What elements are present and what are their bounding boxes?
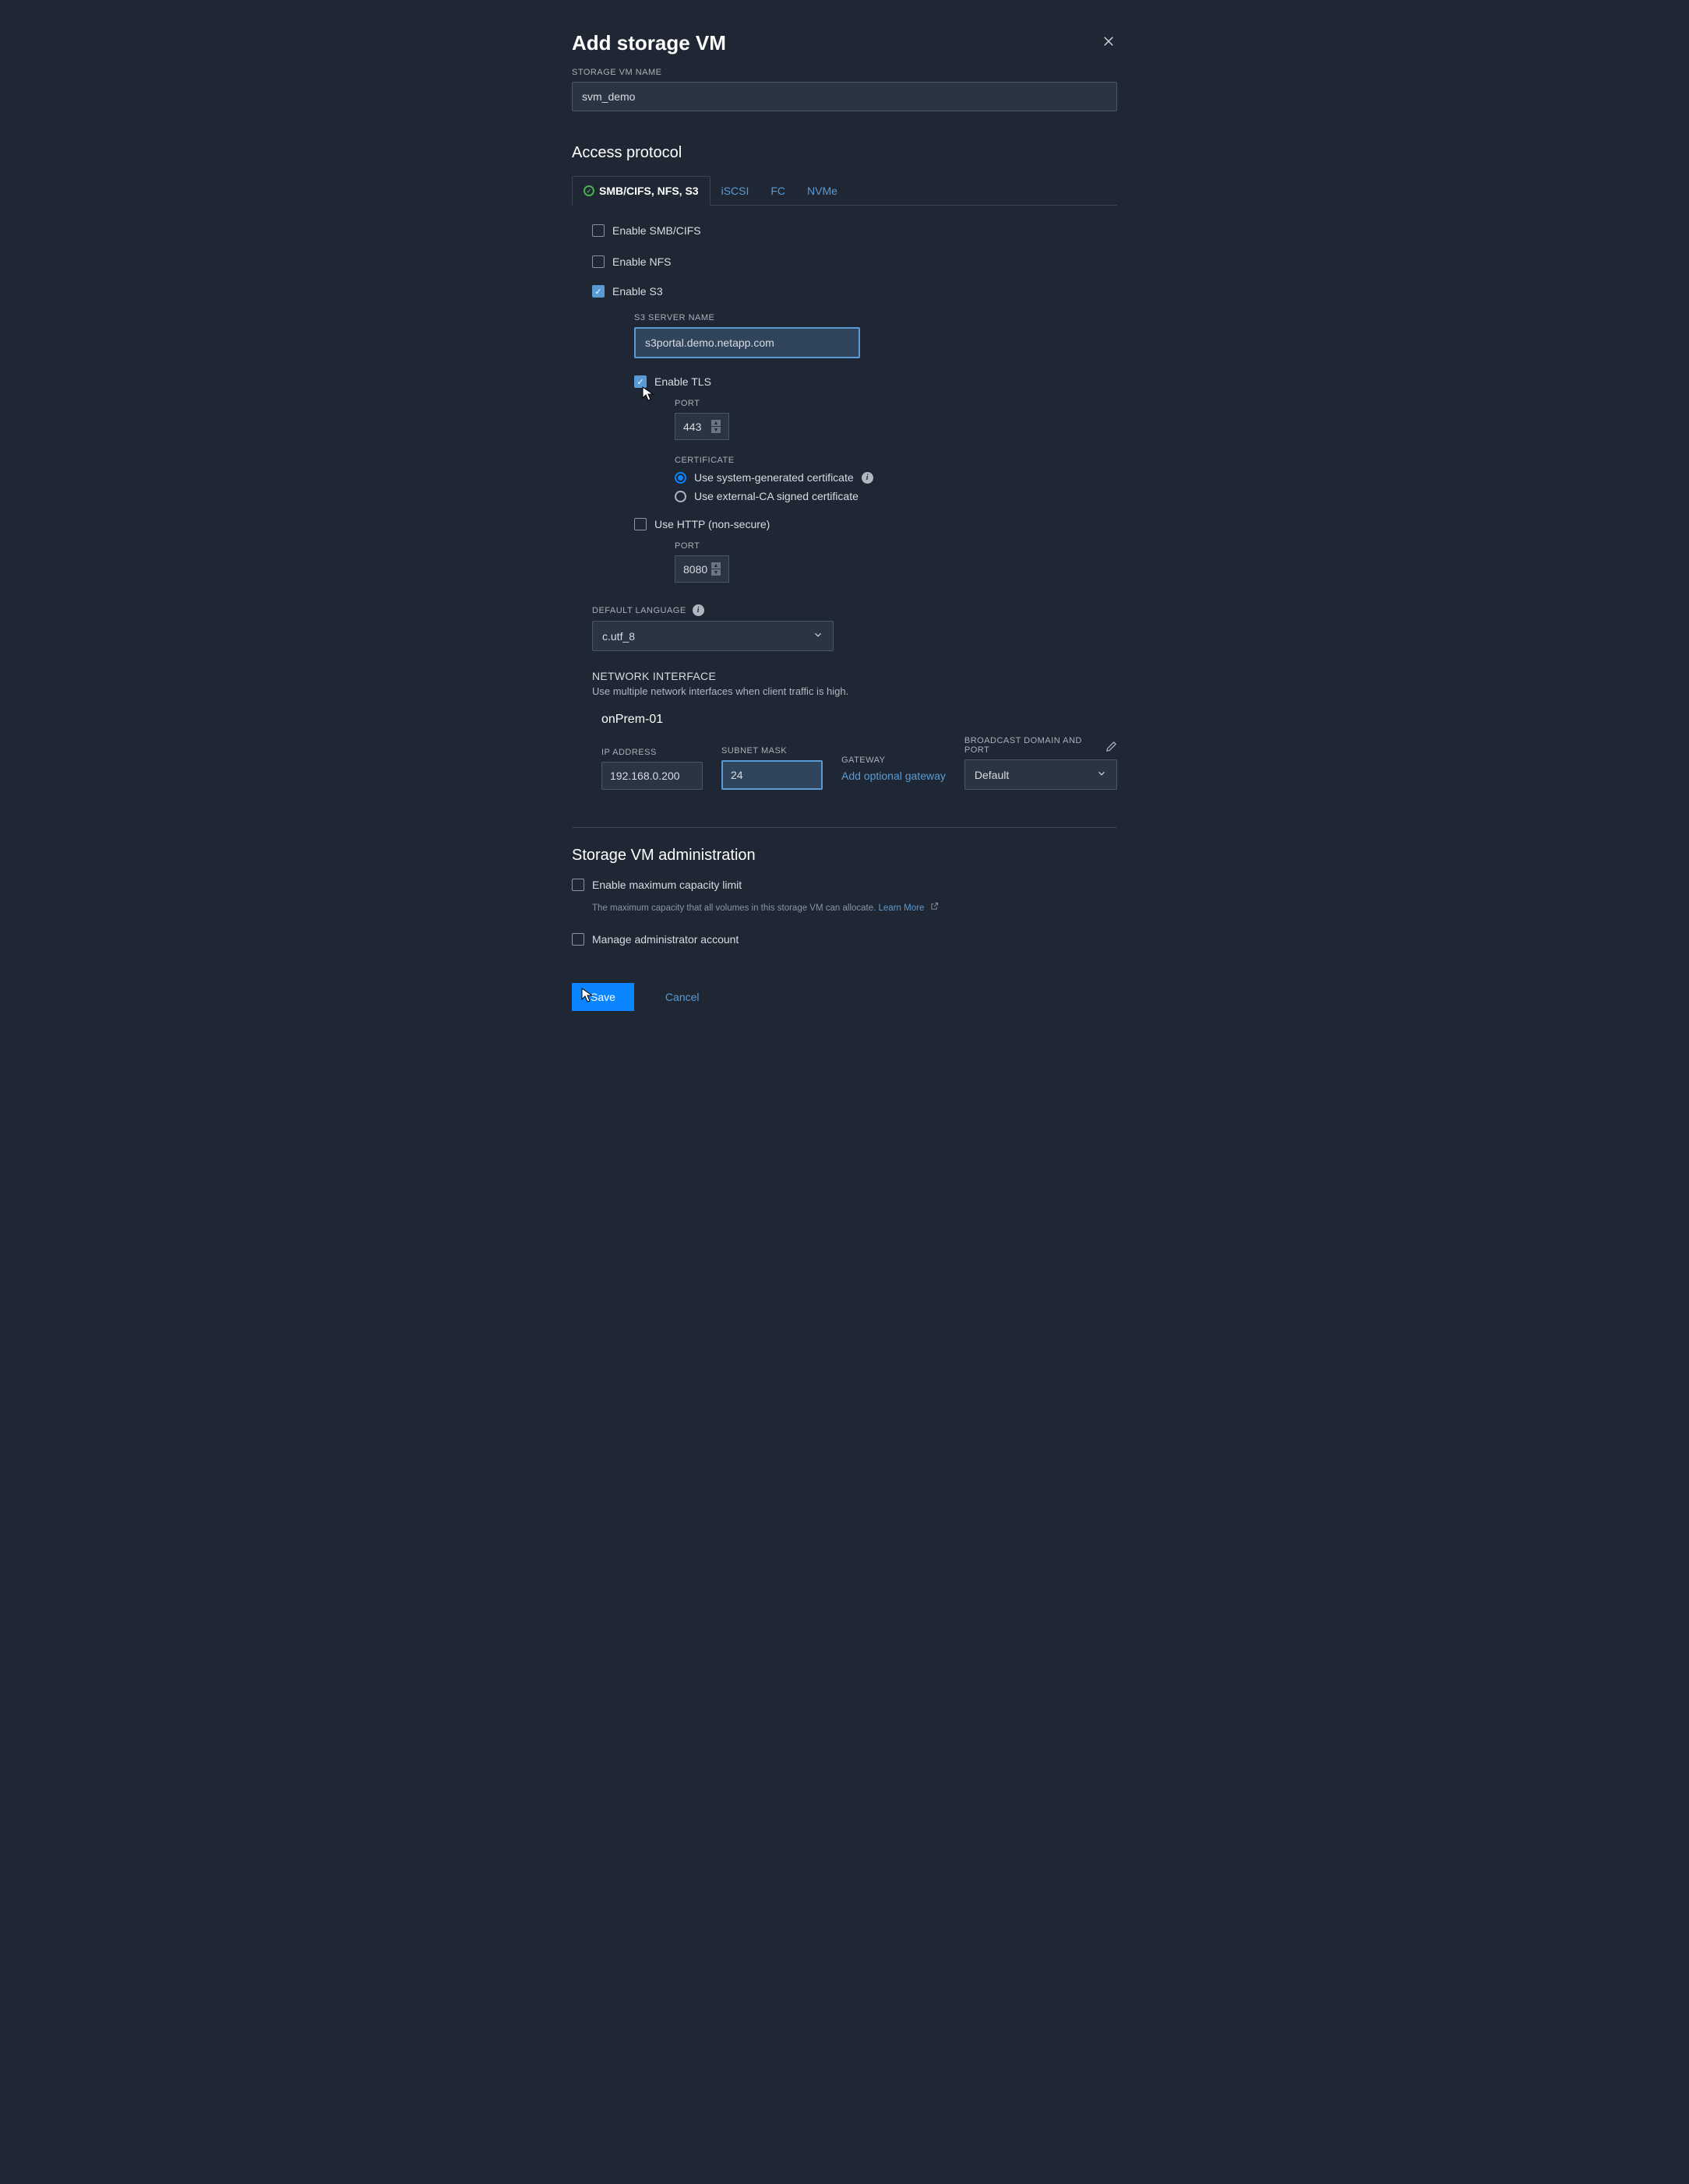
close-icon[interactable] xyxy=(1102,34,1117,50)
manage-admin-checkbox[interactable] xyxy=(572,933,584,946)
tls-port-value: 443 xyxy=(683,421,701,433)
use-http-checkbox[interactable] xyxy=(634,518,647,530)
http-port-input[interactable]: 8080 ▲▼ xyxy=(675,555,729,583)
info-icon[interactable]: i xyxy=(693,604,704,616)
broadcast-domain-label: BROADCAST DOMAIN AND PORT xyxy=(964,736,1105,755)
enable-s3-label: Enable S3 xyxy=(612,285,663,298)
enable-tls-label: Enable TLS xyxy=(654,375,711,388)
enable-max-capacity-checkbox[interactable] xyxy=(572,879,584,891)
default-language-label: DEFAULT LANGUAGE xyxy=(592,606,686,615)
storage-vm-name-label: STORAGE VM NAME xyxy=(572,68,1117,77)
network-interface-heading: NETWORK INTERFACE xyxy=(592,670,1117,682)
s3-server-name-label: S3 SERVER NAME xyxy=(634,313,1117,322)
mouse-cursor-icon xyxy=(642,386,654,404)
tab-iscsi[interactable]: iSCSI xyxy=(711,176,760,205)
enable-max-capacity-label: Enable maximum capacity limit xyxy=(592,879,742,891)
access-protocol-heading: Access protocol xyxy=(572,144,1117,162)
access-protocol-tabs: ✓ SMB/CIFS, NFS, S3 iSCSI FC NVMe xyxy=(572,176,1117,206)
subnet-mask-label: SUBNET MASK xyxy=(721,746,823,756)
tls-port-input[interactable]: 443 ▲▼ xyxy=(675,413,729,440)
dialog-title: Add storage VM xyxy=(572,31,1117,55)
subnet-mask-input[interactable] xyxy=(721,760,823,790)
enable-tls-checkbox[interactable]: ✓ xyxy=(634,375,647,388)
tab-nvme[interactable]: NVMe xyxy=(796,176,848,205)
add-gateway-link[interactable]: Add optional gateway xyxy=(841,770,946,790)
chevron-down-icon xyxy=(1096,768,1107,781)
ip-address-input[interactable] xyxy=(601,762,703,790)
s3-server-name-input[interactable] xyxy=(634,327,860,358)
spinner-icon[interactable]: ▲▼ xyxy=(711,562,721,576)
network-interface-subheading: Use multiple network interfaces when cli… xyxy=(592,685,1117,697)
node-name: onPrem-01 xyxy=(601,713,1117,727)
broadcast-domain-select[interactable]: Default xyxy=(964,759,1117,790)
tab-fc[interactable]: FC xyxy=(760,176,796,205)
enable-nfs-label: Enable NFS xyxy=(612,255,671,268)
use-http-label: Use HTTP (non-secure) xyxy=(654,518,770,530)
enable-smb-checkbox[interactable] xyxy=(592,224,605,237)
storage-vm-name-input[interactable] xyxy=(572,82,1117,111)
ip-address-label: IP ADDRESS xyxy=(601,748,703,757)
enable-nfs-checkbox[interactable] xyxy=(592,255,605,268)
max-capacity-help-text: The maximum capacity that all volumes in… xyxy=(592,902,1117,913)
cert-external-label: Use external-CA signed certificate xyxy=(694,490,859,502)
cert-system-label: Use system-generated certificate xyxy=(694,471,854,484)
edit-icon[interactable] xyxy=(1105,741,1117,755)
enable-smb-label: Enable SMB/CIFS xyxy=(612,224,701,237)
cancel-button[interactable]: Cancel xyxy=(665,991,700,1003)
tab-smb-nfs-s3[interactable]: ✓ SMB/CIFS, NFS, S3 xyxy=(572,176,711,206)
storage-vm-admin-heading: Storage VM administration xyxy=(572,847,1117,865)
http-port-label: PORT xyxy=(675,541,1117,551)
enable-s3-checkbox[interactable]: ✓ xyxy=(592,285,605,298)
certificate-label: CERTIFICATE xyxy=(675,456,1117,465)
spinner-icon[interactable]: ▲▼ xyxy=(711,420,721,433)
http-port-value: 8080 xyxy=(683,563,707,576)
default-language-value: c.utf_8 xyxy=(602,630,635,643)
cert-system-radio[interactable] xyxy=(675,472,686,484)
default-language-select[interactable]: c.utf_8 xyxy=(592,621,834,651)
add-storage-vm-dialog: Add storage VM STORAGE VM NAME Access pr… xyxy=(572,31,1117,1011)
tls-port-label: PORT xyxy=(675,399,1117,408)
gateway-label: GATEWAY xyxy=(841,756,946,765)
cert-external-radio[interactable] xyxy=(675,491,686,502)
learn-more-link[interactable]: Learn More xyxy=(879,904,925,913)
divider xyxy=(572,827,1117,828)
manage-admin-label: Manage administrator account xyxy=(592,933,739,946)
broadcast-domain-value: Default xyxy=(975,769,1009,781)
external-link-icon xyxy=(930,902,939,913)
save-button[interactable]: Save xyxy=(572,983,634,1011)
info-icon[interactable]: i xyxy=(862,472,873,484)
chevron-down-icon xyxy=(813,629,823,643)
tab-label: SMB/CIFS, NFS, S3 xyxy=(599,185,699,197)
check-circle-icon: ✓ xyxy=(584,185,594,196)
